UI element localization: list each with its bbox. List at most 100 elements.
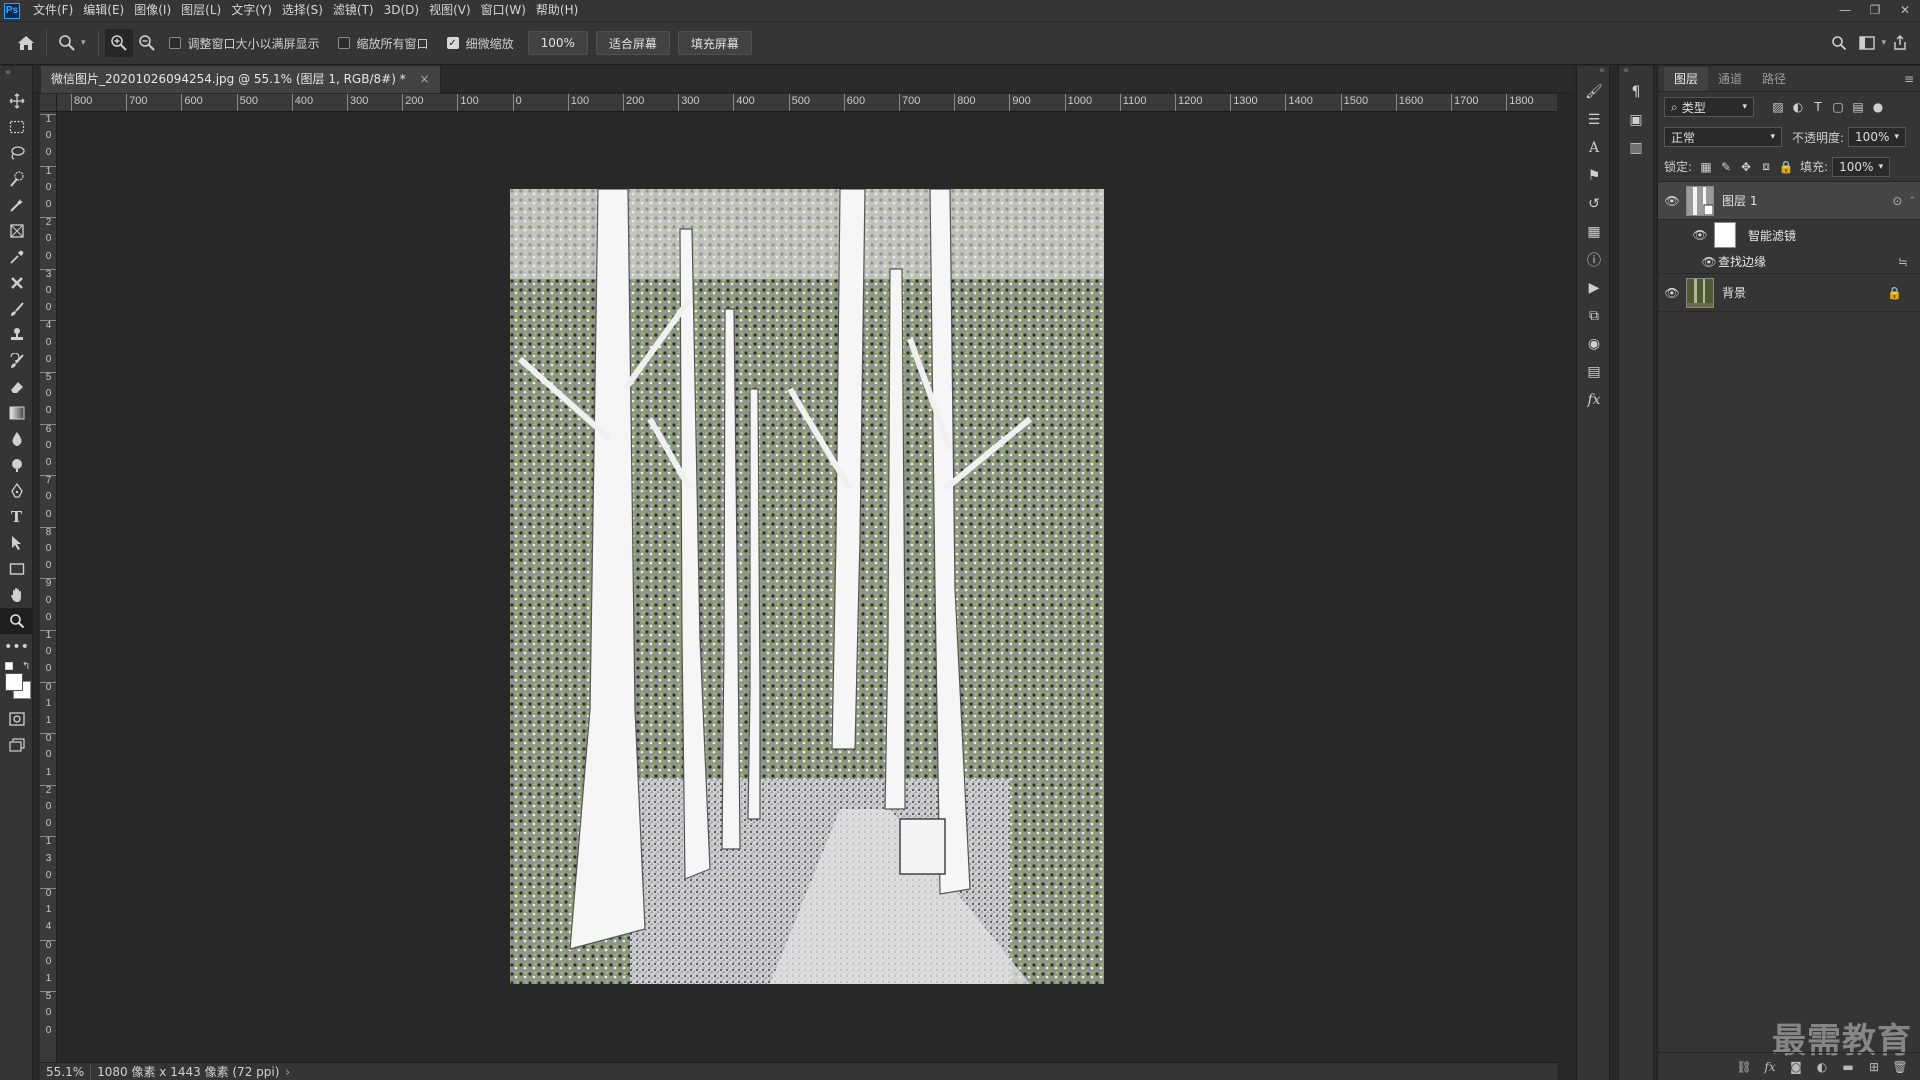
- visibility-eye-icon[interactable]: 👁: [1700, 255, 1718, 269]
- chevron-up-icon[interactable]: ⌃: [1908, 196, 1916, 206]
- collapse-arrows-icon[interactable]: «: [1619, 66, 1653, 78]
- filter-smart-object-icon[interactable]: ▤: [1848, 100, 1868, 114]
- share-icon[interactable]: [1886, 29, 1914, 57]
- properties-icon[interactable]: ▣: [1619, 106, 1653, 134]
- zoom-all-windows-checkbox[interactable]: 缩放所有窗口: [337, 35, 429, 52]
- menu-view[interactable]: 视图(V): [424, 0, 476, 21]
- panel-menu-icon[interactable]: ≡: [1904, 67, 1914, 91]
- document-image[interactable]: [510, 189, 1104, 984]
- new-layer-icon[interactable]: ⊞: [1861, 1060, 1887, 1074]
- healing-brush-tool-icon[interactable]: [0, 270, 33, 296]
- filter-mask-thumbnail[interactable]: [1714, 222, 1736, 248]
- menu-layer[interactable]: 图层(L): [176, 0, 226, 21]
- close-window-button[interactable]: ✕: [1890, 0, 1920, 21]
- history-icon[interactable]: ↺: [1577, 190, 1611, 218]
- adjustment-layer-icon[interactable]: ◐: [1809, 1060, 1835, 1074]
- styles-icon[interactable]: fx: [1577, 386, 1611, 414]
- tab-layers[interactable]: 图层: [1664, 67, 1709, 91]
- document-info[interactable]: 1080 像素 x 1443 像素 (72 ppi): [91, 1063, 285, 1080]
- 3d-icon[interactable]: ◉: [1577, 330, 1611, 358]
- layer-kind-filter[interactable]: ⌕ 类型 ▾: [1664, 97, 1754, 117]
- home-icon[interactable]: [12, 29, 40, 57]
- zoom-tool-preset-icon[interactable]: [53, 29, 81, 57]
- eraser-tool-icon[interactable]: [0, 374, 33, 400]
- blur-tool-icon[interactable]: [0, 426, 33, 452]
- menu-3d[interactable]: 3D(D): [379, 0, 424, 21]
- menu-edit[interactable]: 编辑(E): [78, 0, 129, 21]
- info-icon[interactable]: ⓘ: [1577, 246, 1611, 274]
- lock-transparent-icon[interactable]: ▦: [1696, 160, 1716, 174]
- menu-file[interactable]: 文件(F): [28, 0, 78, 21]
- fill-screen-button[interactable]: 填充屏幕: [677, 31, 752, 55]
- menu-image[interactable]: 图像(I): [129, 0, 176, 21]
- zoom-out-icon[interactable]: [133, 29, 161, 57]
- new-group-icon[interactable]: ▬: [1835, 1060, 1861, 1074]
- filter-shape-icon[interactable]: ▢: [1828, 100, 1848, 114]
- restore-button[interactable]: ❐: [1860, 0, 1890, 21]
- zoom-tool-icon[interactable]: [0, 608, 33, 634]
- clone-source-icon[interactable]: ⚑: [1577, 162, 1611, 190]
- close-tab-icon[interactable]: ×: [420, 72, 430, 86]
- checkbox-box-checked[interactable]: ✓: [446, 37, 459, 49]
- filter-type-icon[interactable]: T: [1808, 100, 1828, 114]
- visibility-eye-icon[interactable]: 👁: [1686, 228, 1714, 242]
- quick-selection-tool-icon[interactable]: [0, 166, 33, 192]
- fill-input[interactable]: 100% ▾: [1832, 156, 1891, 177]
- visibility-eye-icon[interactable]: 👁: [1658, 194, 1686, 208]
- eyedropper-tool-icon[interactable]: [0, 244, 33, 270]
- adjustments-icon[interactable]: ☰: [1577, 106, 1611, 134]
- brush-settings-icon[interactable]: 🖌: [1577, 78, 1611, 106]
- collapse-arrows-icon[interactable]: »: [0, 66, 32, 88]
- horizontal-ruler[interactable]: 800 700 600 500 400 300 200 100 0 100 200 300 400 500…: [57, 94, 1557, 112]
- character-icon[interactable]: A: [1577, 134, 1611, 162]
- brush-tool-icon[interactable]: [0, 296, 33, 322]
- frame-tool-icon[interactable]: [0, 218, 33, 244]
- delete-layer-icon[interactable]: 🗑: [1887, 1060, 1913, 1074]
- menu-filter[interactable]: 滤镜(T): [328, 0, 379, 21]
- menu-select[interactable]: 选择(S): [277, 0, 328, 21]
- lasso-tool-icon[interactable]: [0, 140, 33, 166]
- layer-style-icon[interactable]: fx: [1757, 1060, 1783, 1074]
- screen-mode-icon[interactable]: [0, 732, 33, 758]
- vertical-ruler[interactable]: 1 0 0 1 0 0 2 0 0 3 0 0 4 0 0 5 0 0 6 0 0 7 0 0 8 0 0 9 0 0 1 0 0 0 1 1 0 0 1 2…: [40, 112, 57, 1062]
- ruler-origin[interactable]: [40, 94, 57, 112]
- minimize-button[interactable]: —: [1830, 0, 1860, 21]
- marquee-tool-icon[interactable]: [0, 114, 33, 140]
- pen-tool-icon[interactable]: [0, 478, 33, 504]
- move-tool-icon[interactable]: [0, 88, 33, 114]
- checkbox-box[interactable]: [337, 37, 350, 49]
- type-tool-icon[interactable]: T: [0, 504, 33, 530]
- layer-row[interactable]: 👁 图层 1 ⊙ ⌃: [1658, 182, 1920, 220]
- actions-icon[interactable]: ▶: [1577, 274, 1611, 302]
- scrubby-zoom-checkbox[interactable]: ✓ 细微缩放: [446, 35, 514, 52]
- menu-type[interactable]: 文字(Y): [226, 0, 277, 21]
- chevron-down-icon[interactable]: ▾: [81, 38, 86, 48]
- lock-pixels-icon[interactable]: ✎: [1716, 160, 1736, 174]
- smart-object-icon[interactable]: ⊙: [1892, 194, 1902, 208]
- swap-colors-icon[interactable]: ↰: [22, 661, 30, 672]
- menu-window[interactable]: 窗口(W): [476, 0, 531, 21]
- blend-mode-select[interactable]: 正常 ▾: [1664, 127, 1782, 147]
- filter-pixel-icon[interactable]: ▨: [1768, 100, 1788, 114]
- quick-mask-icon[interactable]: [0, 706, 33, 732]
- add-mask-icon[interactable]: ◙: [1783, 1060, 1809, 1074]
- document-tab[interactable]: 微信图片_20201026094254.jpg @ 55.1% (图层 1, R…: [41, 66, 441, 93]
- workspace-icon[interactable]: [1853, 29, 1881, 57]
- collapse-arrows-icon[interactable]: «: [1577, 66, 1609, 78]
- lock-icon[interactable]: 🔒: [1887, 286, 1902, 300]
- foreground-color-swatch[interactable]: [5, 673, 23, 691]
- filter-row[interactable]: 👁 查找边缘 ≒: [1658, 250, 1920, 274]
- lock-all-icon[interactable]: 🔒: [1776, 160, 1796, 174]
- dodge-tool-icon[interactable]: [0, 452, 33, 478]
- chevron-right-icon[interactable]: ›: [285, 1065, 290, 1079]
- clone-stamp-tool-icon[interactable]: [0, 322, 33, 348]
- canvas-area[interactable]: [57, 112, 1557, 1062]
- notes-icon[interactable]: ▥: [1619, 134, 1653, 162]
- tab-channels[interactable]: 通道: [1708, 67, 1752, 91]
- resize-windows-checkbox[interactable]: 调整窗口大小以满屏显示: [168, 35, 320, 52]
- table-icon[interactable]: ▤: [1577, 358, 1611, 386]
- tab-paths[interactable]: 路径: [1752, 67, 1796, 91]
- search-icon[interactable]: [1825, 29, 1853, 57]
- fit-screen-button[interactable]: 适合屏幕: [595, 31, 670, 55]
- filter-options-icon[interactable]: ≒: [1898, 255, 1908, 269]
